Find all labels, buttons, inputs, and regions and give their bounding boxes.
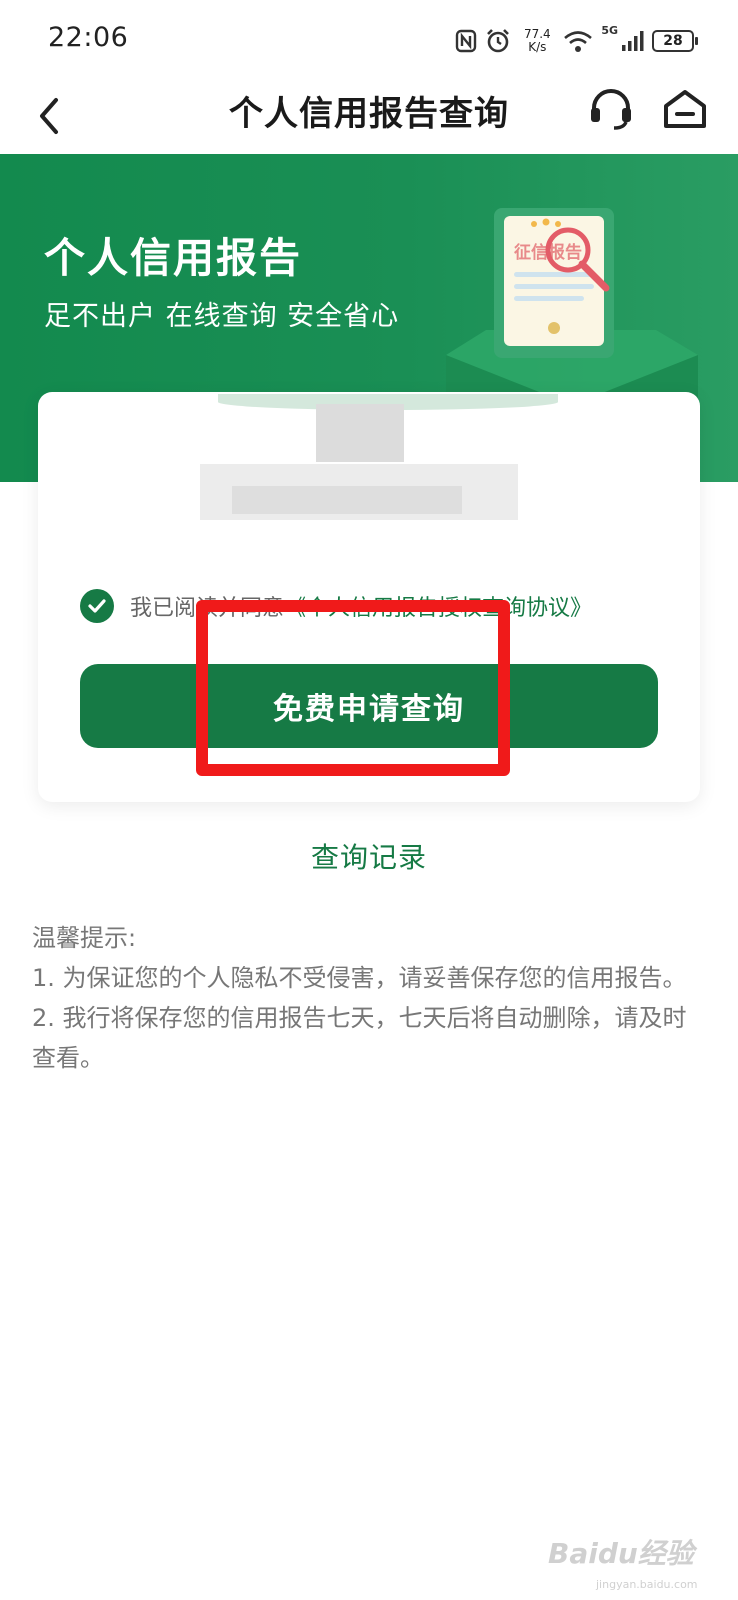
signal-icon bbox=[622, 31, 644, 51]
tips-section: 温馨提示: 1. 为保证您的个人隐私不受侵害，请妥善保存您的信用报告。 2. 我… bbox=[32, 918, 708, 1078]
home-icon[interactable] bbox=[660, 84, 710, 134]
query-records-link[interactable]: 查询记录 bbox=[0, 836, 738, 876]
redacted-name bbox=[316, 404, 404, 462]
nav-bar: 个人信用报告查询 bbox=[0, 80, 738, 154]
network-speed-unit: K/s bbox=[528, 40, 547, 54]
status-bar: 22:06 77.4 K/s 5G 28 bbox=[0, 0, 738, 80]
baidu-watermark: Baidu经验 bbox=[548, 1537, 694, 1570]
nfc-icon bbox=[456, 29, 477, 53]
battery-level: 28 bbox=[663, 33, 683, 49]
highlight-annotation bbox=[196, 600, 510, 776]
redacted-id-detail bbox=[232, 486, 462, 514]
network-speed: 77.4 K/s bbox=[519, 28, 555, 54]
status-icons: 77.4 K/s 5G 28 bbox=[455, 24, 698, 58]
tip-item: 1. 为保证您的个人隐私不受侵害，请妥善保存您的信用报告。 bbox=[32, 964, 687, 992]
banner-subtitle: 足不出户 在线查询 安全省心 bbox=[44, 301, 400, 332]
tip-item: 2. 我行将保存您的信用报告七天，七天后将自动删除，请及时查看。 bbox=[32, 1004, 687, 1072]
tips-title: 温馨提示: bbox=[32, 924, 137, 952]
wifi-icon bbox=[564, 31, 593, 52]
watermark-url: jingyan.baidu.com bbox=[596, 1578, 698, 1591]
banner-title: 个人信用报告 bbox=[44, 234, 302, 282]
checkbox-checked-icon[interactable] bbox=[80, 589, 114, 623]
signal-type: 5G bbox=[601, 24, 618, 37]
status-time: 22:06 bbox=[48, 22, 129, 53]
alarm-icon bbox=[487, 29, 510, 53]
headset-icon[interactable] bbox=[586, 84, 636, 134]
battery-icon: 28 bbox=[652, 30, 698, 52]
